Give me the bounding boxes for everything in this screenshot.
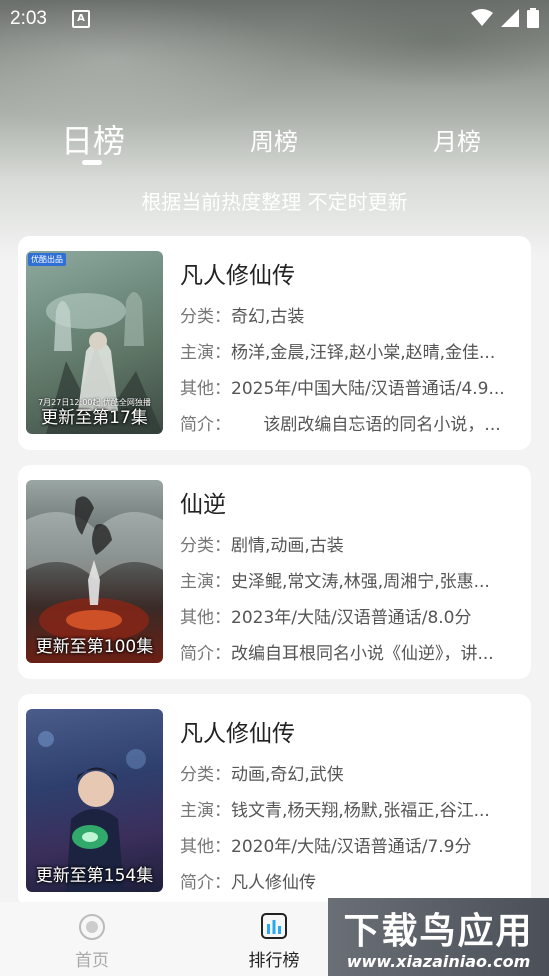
item-title: 仙逆 xyxy=(180,492,226,518)
watermark-title: 下载鸟应用 xyxy=(343,911,534,952)
item-cast: 主演：史泽鲲,常文涛,林强,周湘宁,张惠... xyxy=(180,572,490,592)
tab-indicator xyxy=(82,160,102,165)
item-title: 凡人修仙传 xyxy=(180,263,295,289)
ranking-icon xyxy=(261,913,287,939)
status-icons xyxy=(471,8,539,28)
nav-ranking-label: 排行榜 xyxy=(248,951,300,971)
list-item[interactable]: 更新至第154集 凡人修仙传 分类：动画,奇幻,武侠 主演：钱文青,杨天翔,杨默… xyxy=(18,694,531,908)
poster-image: 优酷出品 7月27日12:00起 优酷全网独播 更新至第17集 xyxy=(26,251,163,434)
episode-label: 更新至第154集 xyxy=(35,866,154,886)
item-category: 分类：奇幻,古装 xyxy=(180,307,305,327)
item-category: 分类：动画,奇幻,武侠 xyxy=(180,765,344,785)
watermark-url: www.xiazainiao.com xyxy=(346,952,531,971)
poster-image: 更新至第100集 xyxy=(26,480,163,663)
home-icon xyxy=(79,914,105,940)
tab-monthly[interactable]: 月榜 xyxy=(433,122,481,157)
episode-label: 更新至第17集 xyxy=(41,408,148,428)
item-intro: 简介：改编自耳根同名小说《仙逆》，讲... xyxy=(180,644,494,664)
nav-home-label: 首页 xyxy=(75,951,109,971)
ranking-subtitle: 根据当前热度整理 不定时更新 xyxy=(141,190,408,214)
watermark-logo: 下载鸟应用 www.xiazainiao.com xyxy=(328,898,549,976)
nav-ranking[interactable]: 排行榜 xyxy=(234,912,314,971)
item-title: 凡人修仙传 xyxy=(180,721,295,747)
list-item[interactable]: 更新至第100集 仙逆 分类：剧情,动画,古装 主演：史泽鲲,常文涛,林强,周湘… xyxy=(18,465,531,679)
item-category: 分类：剧情,动画,古装 xyxy=(180,536,344,556)
episode-label: 更新至第100集 xyxy=(35,637,154,657)
nav-home[interactable]: 首页 xyxy=(52,912,132,971)
tab-weekly[interactable]: 周榜 xyxy=(250,122,298,157)
tab-daily[interactable]: 日榜 xyxy=(61,116,125,162)
notification-icon: A xyxy=(72,10,90,28)
battery-icon xyxy=(527,8,539,28)
item-cast: 主演：杨洋,金晨,汪铎,赵小棠,赵晴,金佳... xyxy=(180,343,496,363)
ranking-tabs: 日榜 周榜 月榜 xyxy=(0,116,549,160)
signal-icon xyxy=(501,9,519,27)
wifi-icon xyxy=(471,9,493,26)
item-cast: 主演：钱文青,杨天翔,杨默,张福正,谷江... xyxy=(180,801,490,821)
list-item[interactable]: 优酷出品 7月27日12:00起 优酷全网独播 更新至第17集 凡人修仙传 分类… xyxy=(18,236,531,450)
poster-badge: 优酷出品 xyxy=(28,253,66,266)
item-other: 其他：2023年/大陆/汉语普通话/8.0分 xyxy=(180,608,472,628)
item-other: 其他：2020年/大陆/汉语普通话/7.9分 xyxy=(180,837,472,857)
item-other: 其他：2025年/中国大陆/汉语普通话/4.9... xyxy=(180,379,505,399)
item-intro: 简介： 该剧改编自忘语的同名小说，... xyxy=(180,415,501,435)
item-info: 仙逆 分类：剧情,动画,古装 主演：史泽鲲,常文涛,林强,周湘宁,张惠... 其… xyxy=(180,485,525,677)
status-bar: 2:03 A xyxy=(0,0,549,38)
item-info: 凡人修仙传 分类：奇幻,古装 主演：杨洋,金晨,汪铎,赵小棠,赵晴,金佳... … xyxy=(180,256,525,448)
status-time: 2:03 xyxy=(10,8,47,29)
poster-image: 更新至第154集 xyxy=(26,709,163,892)
item-info: 凡人修仙传 分类：动画,奇幻,武侠 主演：钱文青,杨天翔,杨默,张福正,谷江..… xyxy=(180,714,525,906)
